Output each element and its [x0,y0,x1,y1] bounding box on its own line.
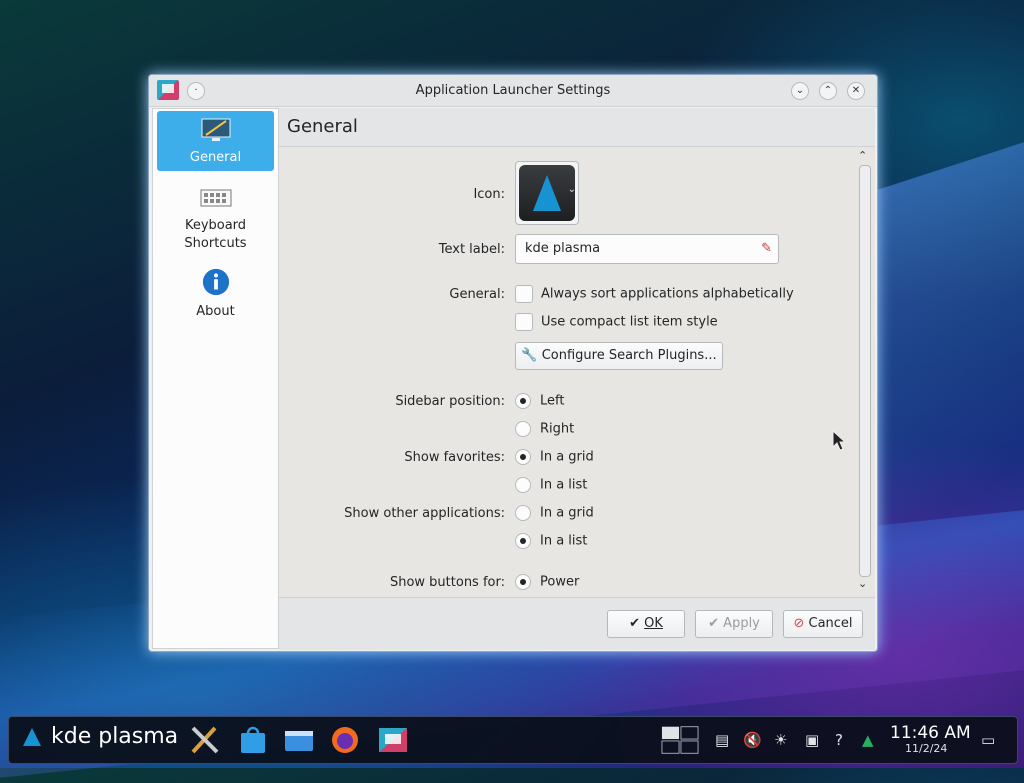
sidebar-item-label: General [189,150,242,165]
sidebar-item-label: Shortcuts [184,236,247,251]
configure-search-plugins-button[interactable]: 🔧 Configure Search Plugins... [515,342,723,370]
icon-picker-button[interactable]: ⌄ [515,161,579,225]
settings-tools-icon[interactable] [189,724,221,756]
discover-store-icon[interactable] [237,724,269,756]
radio-label: In a grid [540,449,594,465]
arch-logo-icon [533,175,561,211]
scrollbar-handle[interactable] [859,165,871,577]
taskbar: kde plasma ▤ 🔇 ☀ ▣ ? ▲ 11:46 AM 11/2/24 … [8,716,1018,764]
sidebar-right-radio[interactable]: Right [515,421,574,437]
category-sidebar: General Keyboard Shortcuts About [152,108,279,649]
vertical-scrollbar[interactable]: ⌃ ⌄ [857,149,871,597]
scroll-down-icon[interactable]: ⌄ [858,577,867,590]
title-bar[interactable]: · Application Launcher Settings ⌄ ⌃ ✕ [149,75,877,107]
favorites-grid-radio[interactable]: In a grid [515,449,594,465]
cancel-icon: ⊘ [793,616,805,631]
text-label-input[interactable] [525,241,745,256]
button-label: Apply [723,616,760,631]
clock-time[interactable]: 11:46 AM [890,723,971,743]
sidebar-item-label: Keyboard [184,218,247,233]
network-icon[interactable]: ▲ [862,731,874,749]
info-icon [202,268,229,296]
radio[interactable] [515,449,531,465]
checkbox[interactable] [515,313,533,331]
sidebar-position-label: Sidebar position: [395,394,505,409]
general-label: General: [449,287,505,302]
radio-label: Right [540,421,575,437]
other-apps-list-radio[interactable]: In a list [515,533,587,549]
radio-label: In a list [540,533,588,549]
favorites-list-radio[interactable]: In a list [515,477,587,493]
radio[interactable] [515,505,531,521]
help-icon[interactable]: ? [835,731,843,749]
sidebar-left-radio[interactable]: Left [515,393,564,409]
radio[interactable] [515,393,531,409]
radio[interactable] [515,477,531,493]
checkmark-icon: ✔ [708,616,720,631]
page-header: General [279,108,875,147]
radio[interactable] [515,421,531,437]
arch-logo-icon [23,728,41,746]
scroll-up-icon[interactable]: ⌃ [858,149,867,162]
file-manager-icon[interactable] [283,724,315,756]
clipboard-icon[interactable]: ▤ [715,731,729,749]
launcher-label: kde plasma [51,724,179,749]
checkbox-label: Use compact list item style [541,314,718,330]
firefox-icon[interactable] [329,724,361,756]
application-launcher[interactable]: kde plasma [23,724,178,749]
checkbox-label: Always sort applications alphabetically [541,286,794,302]
wrench-icon: 🔧 [521,348,538,363]
text-label-field[interactable]: ✎ [515,234,779,264]
checkbox[interactable] [515,285,533,303]
text-label-label: Text label: [438,242,505,257]
sidebar-item-about[interactable]: About [157,261,274,321]
ok-button[interactable]: ✔ OK [607,610,685,638]
radio-label: Left [540,393,565,409]
cancel-button[interactable]: ⊘ Cancel [783,610,863,638]
sidebar-item-label: About [196,304,235,319]
icon-label: Icon: [473,187,505,202]
sort-alphabetically-checkbox[interactable]: Always sort applications alphabetically [515,285,794,303]
radio[interactable] [515,533,531,549]
dialog-button-bar: ✔ OK ✔ Apply ⊘ Cancel [279,597,875,650]
brightness-icon[interactable]: ☀ [774,731,787,749]
radio-label: In a list [540,477,588,493]
button-label: Configure Search Plugins... [541,348,717,363]
clear-icon[interactable]: ✎ [761,241,772,256]
buttons-power-radio[interactable]: Power [515,574,579,590]
radio-label: In a grid [540,505,594,521]
pager-icon[interactable] [661,725,699,759]
desktop-icon [201,118,230,141]
chevron-down-icon: ⌄ [567,184,576,195]
show-buttons-label: Show buttons for: [389,575,505,590]
volume-muted-icon[interactable]: 🔇 [743,731,762,749]
minimize-button[interactable]: ⌄ [791,82,809,100]
close-button[interactable]: ✕ [847,82,865,100]
window-title: Application Launcher Settings [415,83,611,98]
show-other-applications-label: Show other applications: [344,506,505,521]
settings-dialog: · Application Launcher Settings ⌄ ⌃ ✕ Ge… [148,74,878,652]
sidebar-item-keyboard-shortcuts[interactable]: Keyboard Shortcuts [157,179,274,251]
button-label: Cancel [808,616,853,631]
radio[interactable] [515,574,531,590]
keyboard-icon [200,189,231,207]
show-desktop-icon[interactable]: ▭ [981,731,995,749]
disk-icon[interactable]: ▣ [805,731,819,749]
system-settings-icon[interactable] [377,724,409,756]
button-label: OK [644,616,663,631]
compact-list-checkbox[interactable]: Use compact list item style [515,313,718,331]
show-favorites-label: Show favorites: [404,450,505,465]
sidebar-item-general[interactable]: General [157,111,274,171]
page-title: General [287,116,358,137]
apply-button[interactable]: ✔ Apply [695,610,773,638]
mouse-cursor-icon [832,430,846,451]
checkmark-icon: ✔ [629,616,640,631]
maximize-button[interactable]: ⌃ [819,82,837,100]
settings-content: Icon: ⌄ Text label: ✎ General: Always so… [279,147,875,597]
other-apps-grid-radio[interactable]: In a grid [515,505,594,521]
radio-label: Power [540,574,580,590]
clock-date[interactable]: 11/2/24 [905,742,947,755]
arch-logo-icon [519,165,575,221]
